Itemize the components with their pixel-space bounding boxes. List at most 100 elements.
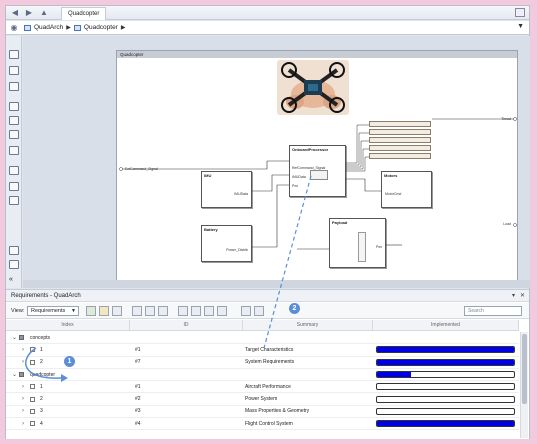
breadcrumb-separator-icon: ▶ <box>66 25 71 31</box>
column-header-id[interactable]: ID <box>130 320 243 330</box>
summary-cell <box>243 369 373 380</box>
requirement-icon <box>30 359 35 365</box>
port-label: IMUData <box>292 175 306 179</box>
breadcrumb-separator-icon[interactable]: ▶ <box>121 24 126 31</box>
chevron-down-icon[interactable]: ⌄ <box>12 371 17 378</box>
table-row[interactable]: › 2 #2 Power System <box>6 393 519 406</box>
breadcrumb-item-quadcopter[interactable]: Quadcopter <box>84 24 118 31</box>
adapter-icon[interactable] <box>9 146 19 155</box>
requirement-link-note[interactable] <box>369 121 431 127</box>
index-text: concepts <box>30 334 51 341</box>
canvas-status-strip <box>23 280 530 288</box>
model-icon <box>73 24 81 31</box>
imu-block[interactable]: IMU IMUData <box>201 171 252 208</box>
scroll-thumb[interactable] <box>522 334 527 404</box>
component-icon[interactable] <box>9 102 19 111</box>
open-folder-icon[interactable] <box>99 306 109 316</box>
link-requirement-icon[interactable] <box>86 306 96 316</box>
chevron-down-icon[interactable]: ▼ <box>517 23 524 30</box>
column-header-implemented[interactable]: Implemented <box>373 320 519 330</box>
refresh-icon[interactable] <box>191 306 201 316</box>
requirement-link-note[interactable] <box>369 153 431 159</box>
annotation-icon[interactable] <box>9 166 19 175</box>
columns-icon[interactable] <box>178 306 188 316</box>
view-select[interactable]: Requirements ▼ <box>27 306 79 316</box>
area-icon[interactable] <box>9 196 19 205</box>
variant-icon[interactable] <box>9 130 19 139</box>
title-bar: ◀ ▶ ▲ Quadcopter <box>6 6 529 20</box>
chevron-right-icon[interactable]: › <box>22 359 24 365</box>
back-arrow-icon[interactable]: ◀ <box>10 8 20 18</box>
chevron-right-icon[interactable]: › <box>22 347 24 353</box>
payload-subsystem <box>358 232 366 262</box>
hide-explorer-icon[interactable]: ◉ <box>9 23 19 33</box>
model-title: Quadcopter <box>117 51 517 58</box>
filter-icon[interactable] <box>158 306 168 316</box>
diagram-canvas[interactable]: Quadcopter OnboardProcessor RefCommand_S… <box>23 36 530 288</box>
highlight-icon[interactable] <box>204 306 214 316</box>
column-header-index[interactable]: Index <box>6 320 130 330</box>
forward-arrow-icon[interactable]: ▶ <box>24 8 34 18</box>
search-icon[interactable] <box>241 306 251 316</box>
property-inspector-icon[interactable] <box>9 260 19 269</box>
port-label: MotorCmd <box>385 192 402 196</box>
port-label: Pwr <box>292 184 299 188</box>
model-browser-icon[interactable] <box>9 246 19 255</box>
onboard-processor-block[interactable]: OnboardProcessor RefCommand_Signal IMUDa… <box>289 145 346 197</box>
window-menu-icon[interactable] <box>515 8 525 17</box>
progress-fill <box>377 372 412 378</box>
zoom-in-icon[interactable] <box>9 50 19 59</box>
implemented-cell <box>373 406 519 417</box>
table-row[interactable]: › 1 #1 Aircraft Performance <box>6 381 519 394</box>
requirement-link-note[interactable] <box>369 145 431 151</box>
implementation-progress-bar <box>376 407 515 415</box>
table-scrollbar[interactable] <box>520 332 528 438</box>
table-row[interactable]: ⌄ quadcopter <box>6 369 519 382</box>
panel-toolbar: View: Requirements ▼ Search <box>6 303 529 319</box>
reference-icon[interactable] <box>9 116 19 125</box>
battery-block[interactable]: Battery Power_Distrib <box>201 225 252 262</box>
fit-to-view-icon[interactable] <box>9 66 19 75</box>
id-cell: #2 <box>135 396 141 403</box>
motors-block[interactable]: Motors MotorCmd <box>381 171 432 208</box>
chevron-right-icon[interactable]: › <box>22 421 24 427</box>
column-header-summary[interactable]: Summary <box>243 320 373 330</box>
chevron-right-icon[interactable]: › <box>22 408 24 414</box>
port-label: Power_Distrib <box>226 248 248 252</box>
table-row[interactable]: › 3 #3 Mass Properties & Geometry <box>6 406 519 419</box>
image-icon[interactable] <box>9 182 19 191</box>
collapse-icon[interactable]: « <box>9 276 19 285</box>
requirement-link-note[interactable] <box>369 137 431 143</box>
breadcrumb-item-quadarch[interactable]: QuadArch <box>34 24 63 31</box>
settings-icon[interactable] <box>217 306 227 316</box>
payload-block[interactable]: Payload Pwr <box>329 218 386 268</box>
index-cell: › 4 <box>6 418 130 429</box>
quadcopter-picture <box>277 60 349 115</box>
architecture-model[interactable]: Quadcopter OnboardProcessor RefCommand_S… <box>116 50 518 282</box>
up-arrow-icon[interactable]: ▲ <box>39 8 49 18</box>
block-label: IMU <box>204 173 212 178</box>
tab-quadcopter[interactable]: Quadcopter <box>61 7 107 20</box>
chevron-right-icon[interactable]: › <box>22 396 24 402</box>
breadcrumb: QuadArch ▶ Quadcopter ▶ <box>24 24 126 31</box>
processor-subsystem <box>310 170 328 180</box>
save-icon[interactable] <box>112 306 122 316</box>
table-row[interactable]: ⌄ concepts <box>6 332 519 345</box>
chevron-down-icon[interactable]: ⌄ <box>12 334 17 341</box>
close-icon[interactable]: ✕ <box>520 290 525 302</box>
search-placeholder: Search <box>468 308 484 314</box>
index-text: 2 <box>40 396 43 403</box>
pin-icon[interactable]: ▾ <box>512 290 515 302</box>
index-text: 4 <box>40 420 43 427</box>
requirement-link-note[interactable] <box>369 129 431 135</box>
sync-icon[interactable] <box>254 306 264 316</box>
expand-icon[interactable] <box>132 306 142 316</box>
chevron-right-icon[interactable]: › <box>22 384 24 390</box>
zoom-area-icon[interactable] <box>9 82 19 91</box>
left-toolbar: « <box>6 36 22 288</box>
search-input[interactable]: Search <box>464 306 522 316</box>
table-row[interactable]: › 4 #4 Flight Control System <box>6 418 519 431</box>
table-row[interactable]: › 2 #7 System Requirements <box>6 357 519 369</box>
table-row[interactable]: › 1 #1 Target Characteristics <box>6 344 519 357</box>
collapse-all-icon[interactable] <box>145 306 155 316</box>
